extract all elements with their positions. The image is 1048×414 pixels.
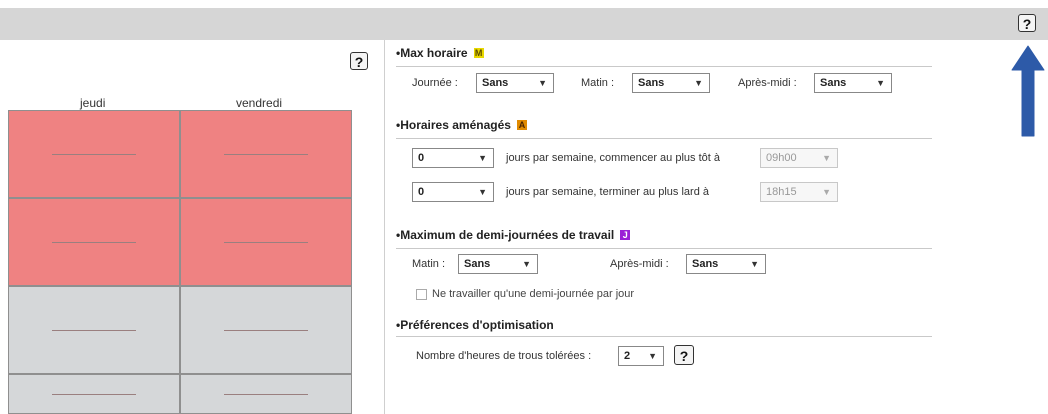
chevron-down-icon: ▼ <box>822 187 831 197</box>
chevron-down-icon: ▼ <box>822 153 831 163</box>
max-apres-midi-label: Après-midi : <box>738 77 797 89</box>
settings-panel: •Max horaire M Journée : Sans ▼ Matin : Sa… <box>384 40 1048 414</box>
day-label-jeudi: jeudi <box>80 96 106 110</box>
timetable-cell[interactable] <box>8 110 180 198</box>
commencer-count-select[interactable]: 0 ▼ <box>412 148 494 168</box>
timetable-cell[interactable] <box>180 198 352 286</box>
trous-select[interactable]: 2 ▼ <box>618 346 664 366</box>
terminer-count-select[interactable]: 0 ▼ <box>412 182 494 202</box>
panel-help-button[interactable]: ? <box>350 52 368 70</box>
chevron-down-icon: ▼ <box>522 259 531 269</box>
horaires-amenages-title: •Horaires aménagés A <box>396 118 527 132</box>
demi-apres-midi-select-value: Sans <box>692 258 719 270</box>
horaires-amenages-rule <box>396 138 932 139</box>
demi-matin-select-value: Sans <box>464 258 491 270</box>
cell-placeholder-line <box>52 154 136 155</box>
timetable-cell[interactable] <box>180 110 352 198</box>
journee-select[interactable]: Sans ▼ <box>476 73 554 93</box>
cell-placeholder-line <box>52 394 136 395</box>
max-apres-midi-select[interactable]: Sans ▼ <box>814 73 892 93</box>
max-matin-label: Matin : <box>581 77 615 89</box>
une-demi-journee-label: Ne travailler qu'une demi-journée par jo… <box>432 288 635 300</box>
timetable-cell[interactable] <box>8 286 180 374</box>
commencer-text: jours par semaine, commencer au plus tôt… <box>506 152 720 164</box>
cell-placeholder-line <box>224 330 308 331</box>
commencer-time-select[interactable]: 09h00 ▼ <box>760 148 838 168</box>
demi-journees-badge: J <box>620 230 631 240</box>
top-band <box>0 8 1048 40</box>
une-demi-journee-checkbox[interactable] <box>416 289 427 300</box>
timetable-cell[interactable] <box>180 374 352 414</box>
chevron-down-icon: ▼ <box>478 153 487 163</box>
terminer-time-value: 18h15 <box>766 186 797 198</box>
cell-placeholder-line <box>224 394 308 395</box>
optimisation-title-text: Préférences d'optimisation <box>400 318 554 332</box>
timetable-cell[interactable] <box>8 374 180 414</box>
terminer-count-value: 0 <box>418 186 425 198</box>
max-horaire-badge: M <box>473 48 484 58</box>
journee-select-value: Sans <box>482 77 509 89</box>
max-horaire-rule <box>396 66 932 67</box>
day-label-vendredi: vendredi <box>236 96 283 110</box>
demi-journees-rule <box>396 248 932 249</box>
demi-apres-midi-label: Après-midi : <box>610 258 669 270</box>
timetable-cell[interactable] <box>180 286 352 374</box>
trous-select-value: 2 <box>624 350 631 362</box>
cell-placeholder-line <box>224 154 308 155</box>
max-matin-select[interactable]: Sans ▼ <box>632 73 710 93</box>
cell-placeholder-line <box>224 242 308 243</box>
cell-placeholder-line <box>52 242 136 243</box>
commencer-count-value: 0 <box>418 152 425 164</box>
max-horaire-title-text: Max horaire <box>400 46 468 60</box>
demi-matin-select[interactable]: Sans ▼ <box>458 254 538 274</box>
terminer-time-select[interactable]: 18h15 ▼ <box>760 182 838 202</box>
chevron-down-icon: ▼ <box>876 78 885 88</box>
horaires-amenages-title-text: Horaires aménagés <box>400 118 511 132</box>
commencer-time-value: 09h00 <box>766 152 797 164</box>
max-matin-select-value: Sans <box>638 77 665 89</box>
chevron-down-icon: ▼ <box>694 78 703 88</box>
cell-placeholder-line <box>52 330 136 331</box>
max-horaire-title: •Max horaire M <box>396 46 484 60</box>
terminer-text: jours par semaine, terminer au plus lard… <box>506 186 709 198</box>
top-help-button[interactable]: ? <box>1018 14 1036 32</box>
optimisation-title: •Préférences d'optimisation <box>396 318 554 332</box>
demi-journees-title: •Maximum de demi-journées de travail J <box>396 228 631 242</box>
timetable-cell[interactable] <box>8 198 180 286</box>
demi-journees-title-text: Maximum de demi-journées de travail <box>400 228 615 242</box>
max-apres-midi-select-value: Sans <box>820 77 847 89</box>
trous-help-button[interactable]: ? <box>674 345 694 365</box>
horaires-amenages-badge: A <box>516 120 527 130</box>
optimisation-rule <box>396 336 932 337</box>
trous-label: Nombre d'heures de trous tolérées : <box>416 350 592 362</box>
journee-label: Journée : <box>412 77 458 89</box>
chevron-down-icon: ▼ <box>750 259 759 269</box>
pointer-arrow-icon <box>1011 45 1045 137</box>
chevron-down-icon: ▼ <box>478 187 487 197</box>
chevron-down-icon: ▼ <box>538 78 547 88</box>
demi-apres-midi-select[interactable]: Sans ▼ <box>686 254 766 274</box>
demi-matin-label: Matin : <box>412 258 446 270</box>
chevron-down-icon: ▼ <box>648 351 657 361</box>
